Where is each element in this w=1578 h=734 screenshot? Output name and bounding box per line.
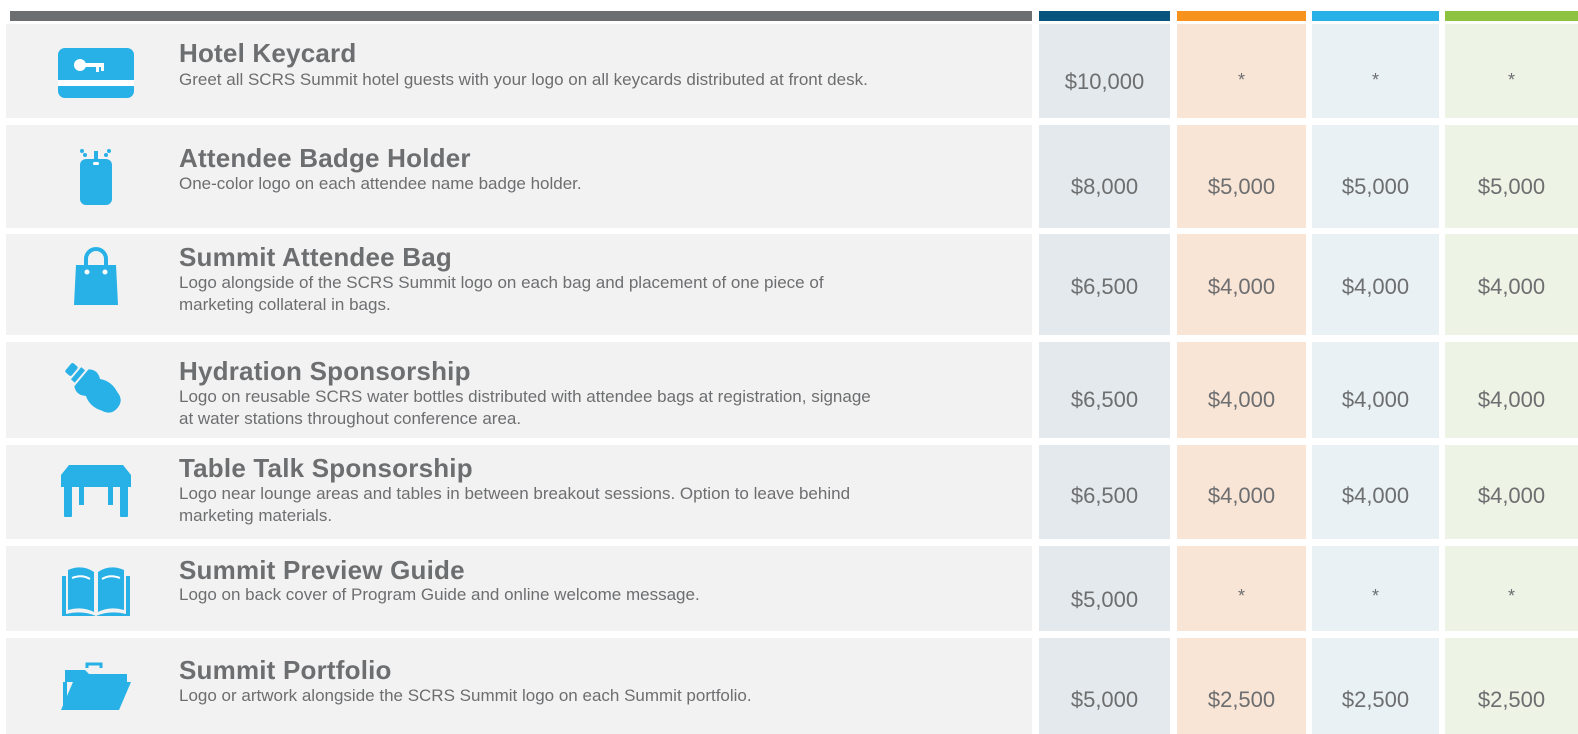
price-value: $8,000 xyxy=(1070,174,1139,199)
price-value: * xyxy=(1507,586,1515,606)
price-cell-tier-3: $2,500 xyxy=(1312,638,1439,734)
price-cell-tier-1: $10,000 xyxy=(1039,24,1170,118)
open-book-icon xyxy=(48,564,143,616)
table-icon xyxy=(48,465,143,517)
table-row: Attendee Badge Holder One-color logo on … xyxy=(0,125,1578,228)
badge-holder-icon xyxy=(48,145,143,207)
item-title: Summit Attendee Bag xyxy=(179,242,452,272)
item-cell: Summit Preview Guide Logo on back cover … xyxy=(6,546,1032,631)
price-value: $6,500 xyxy=(1070,274,1139,299)
price-value: $5,000 xyxy=(1070,687,1139,712)
shopping-bag-icon xyxy=(48,247,143,307)
price-cell-tier-2: $2,500 xyxy=(1177,638,1306,734)
price-value: * xyxy=(1237,70,1245,90)
price-value: $4,000 xyxy=(1207,483,1276,508)
price-value: $2,500 xyxy=(1207,687,1276,712)
item-description: Logo on reusable SCRS water bottles dist… xyxy=(179,387,871,428)
price-cell-tier-4: $2,500 xyxy=(1445,638,1578,734)
price-cell-tier-3: * xyxy=(1312,24,1439,118)
price-value: $6,500 xyxy=(1070,387,1139,412)
price-value: * xyxy=(1371,586,1379,606)
price-cell-tier-1: $5,000 xyxy=(1039,546,1170,631)
price-cell-tier-1: $6,500 xyxy=(1039,445,1170,539)
price-value: $4,000 xyxy=(1341,274,1410,299)
price-cell-tier-1: $5,000 xyxy=(1039,638,1170,734)
price-cell-tier-3: * xyxy=(1312,546,1439,631)
item-cell: Hydration Sponsorship Logo on reusable S… xyxy=(6,342,1032,438)
price-value: * xyxy=(1507,70,1515,90)
price-value: * xyxy=(1237,586,1245,606)
item-description: Logo alongside of the SCRS Summit logo o… xyxy=(179,273,824,314)
price-value: $2,500 xyxy=(1341,687,1410,712)
price-cell-tier-2: * xyxy=(1177,546,1306,631)
price-cell-tier-1: $6,500 xyxy=(1039,234,1170,335)
price-value: $6,500 xyxy=(1070,483,1139,508)
price-cell-tier-2: * xyxy=(1177,24,1306,118)
price-value: $4,000 xyxy=(1477,274,1546,299)
price-cell-tier-4: $4,000 xyxy=(1445,342,1578,438)
price-value: $4,000 xyxy=(1341,387,1410,412)
price-value: $4,000 xyxy=(1341,483,1410,508)
table-row: Summit Preview Guide Logo on back cover … xyxy=(0,546,1578,631)
header-bar-tier-1 xyxy=(1039,11,1170,21)
price-value: $5,000 xyxy=(1207,174,1276,199)
price-cell-tier-1: $6,500 xyxy=(1039,342,1170,438)
item-cell: Summit Attendee Bag Logo alongside of th… xyxy=(6,234,1032,335)
price-value: $5,000 xyxy=(1341,174,1410,199)
item-title: Attendee Badge Holder xyxy=(179,143,471,173)
item-title: Summit Preview Guide xyxy=(179,555,465,585)
price-value: * xyxy=(1371,70,1379,90)
item-cell: Hotel Keycard Greet all SCRS Summit hote… xyxy=(6,24,1032,118)
price-value: $4,000 xyxy=(1207,274,1276,299)
item-description: Greet all SCRS Summit hotel guests with … xyxy=(179,70,868,89)
keycard-icon xyxy=(48,48,143,98)
price-value: $4,000 xyxy=(1207,387,1276,412)
item-cell: Summit Portfolio Logo or artwork alongsi… xyxy=(6,638,1032,734)
price-cell-tier-3: $5,000 xyxy=(1312,125,1439,228)
price-cell-tier-2: $5,000 xyxy=(1177,125,1306,228)
header-bar-tier-4 xyxy=(1445,11,1578,21)
item-cell: Attendee Badge Holder One-color logo on … xyxy=(6,125,1032,228)
price-cell-tier-1: $8,000 xyxy=(1039,125,1170,228)
folder-icon xyxy=(48,662,143,712)
price-cell-tier-3: $4,000 xyxy=(1312,445,1439,539)
price-cell-tier-4: $5,000 xyxy=(1445,125,1578,228)
item-description: Logo on back cover of Program Guide and … xyxy=(179,585,700,604)
table-row: Hotel Keycard Greet all SCRS Summit hote… xyxy=(0,24,1578,118)
price-value: $4,000 xyxy=(1477,483,1546,508)
price-cell-tier-4: * xyxy=(1445,546,1578,631)
item-title: Hydration Sponsorship xyxy=(179,356,471,386)
price-value: $5,000 xyxy=(1070,587,1139,612)
price-cell-tier-3: $4,000 xyxy=(1312,234,1439,335)
price-value: $5,000 xyxy=(1477,174,1546,199)
price-cell-tier-2: $4,000 xyxy=(1177,342,1306,438)
item-description: Logo or artwork alongside the SCRS Summi… xyxy=(179,686,752,705)
table-row: Summit Attendee Bag Logo alongside of th… xyxy=(0,234,1578,335)
price-cell-tier-4: $4,000 xyxy=(1445,445,1578,539)
item-title: Summit Portfolio xyxy=(179,655,392,685)
water-bottle-icon xyxy=(48,356,143,420)
price-cell-tier-4: * xyxy=(1445,24,1578,118)
header-bar-tier-2 xyxy=(1177,11,1306,21)
table-row: Table Talk Sponsorship Logo near lounge … xyxy=(0,445,1578,539)
table-row: Summit Portfolio Logo or artwork alongsi… xyxy=(0,638,1578,734)
header-bar-tier-3 xyxy=(1312,11,1439,21)
item-title: Table Talk Sponsorship xyxy=(179,453,473,483)
item-title: Hotel Keycard xyxy=(179,38,357,68)
price-value: $10,000 xyxy=(1064,69,1145,94)
table-row: Hydration Sponsorship Logo on reusable S… xyxy=(0,342,1578,438)
price-cell-tier-2: $4,000 xyxy=(1177,445,1306,539)
item-description: One-color logo on each attendee name bad… xyxy=(179,174,582,193)
price-value: $4,000 xyxy=(1477,387,1546,412)
price-cell-tier-4: $4,000 xyxy=(1445,234,1578,335)
header-bar-main xyxy=(10,11,1032,21)
price-value: $2,500 xyxy=(1477,687,1546,712)
item-description: Logo near lounge areas and tables in bet… xyxy=(179,484,851,525)
price-cell-tier-3: $4,000 xyxy=(1312,342,1439,438)
item-cell: Table Talk Sponsorship Logo near lounge … xyxy=(6,445,1032,539)
price-cell-tier-2: $4,000 xyxy=(1177,234,1306,335)
